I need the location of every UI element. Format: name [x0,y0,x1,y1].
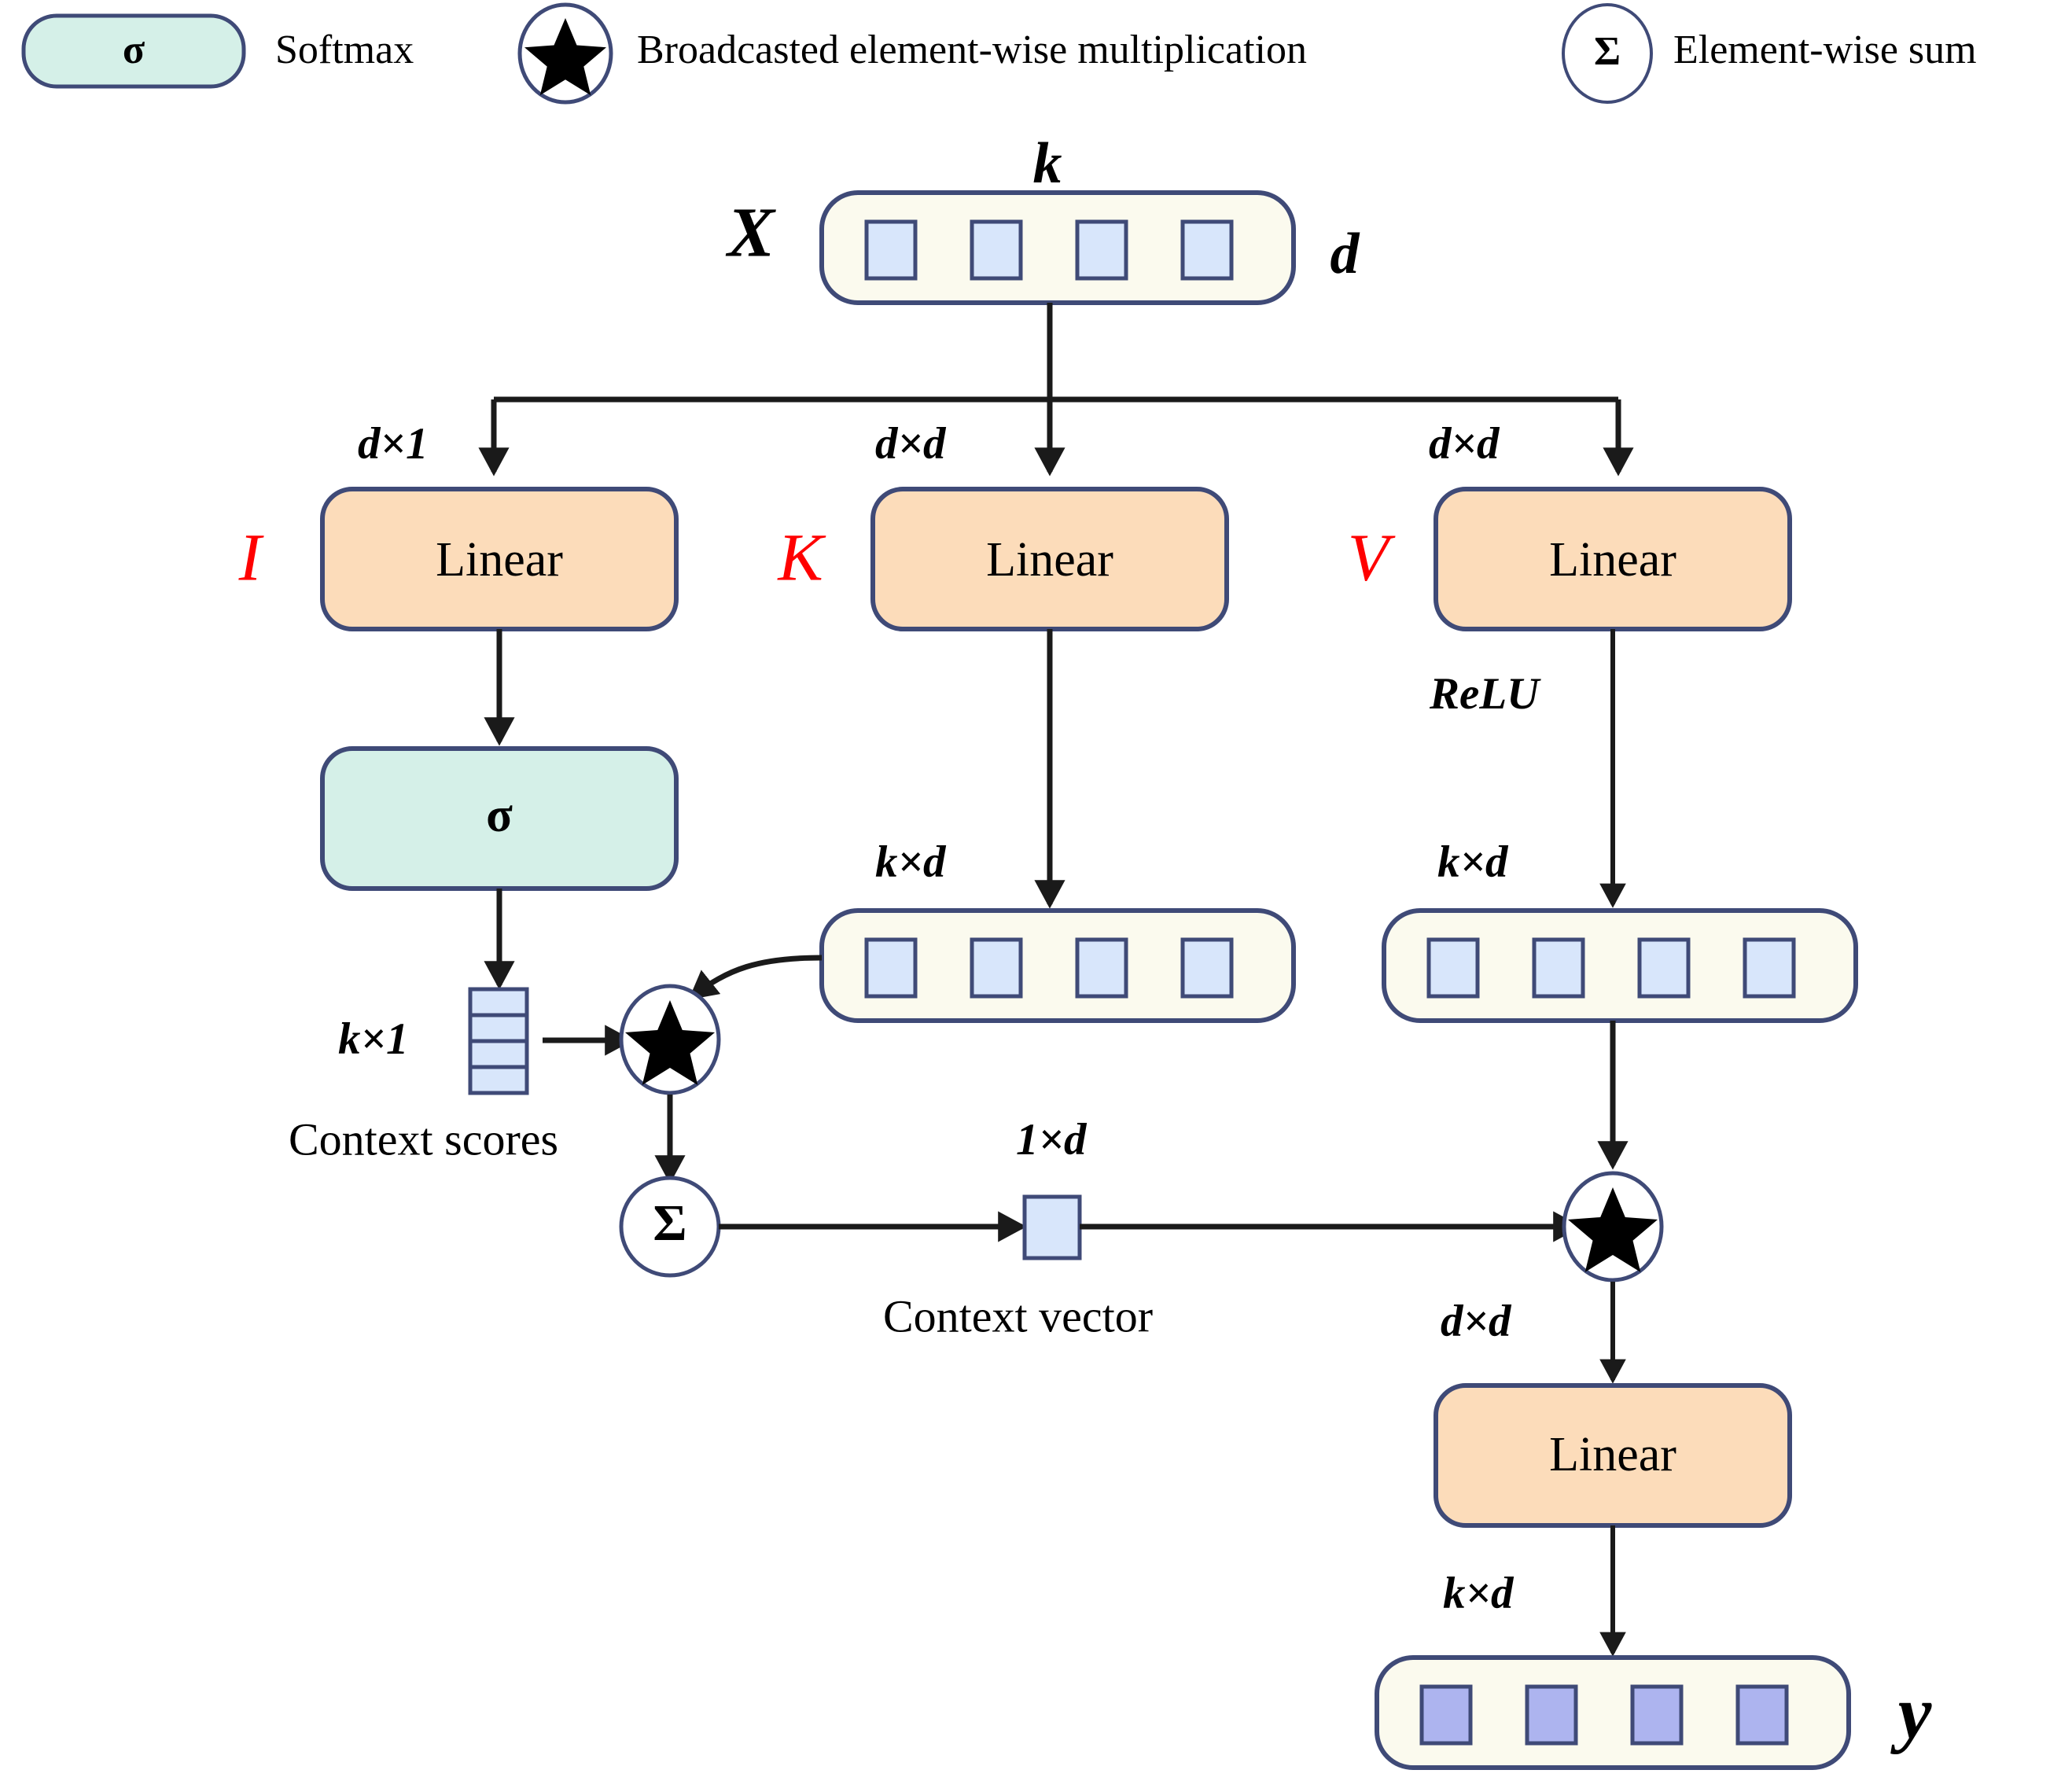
v-output-dim-label: k×d [1437,837,1509,887]
branch-v-name-label: V [1348,520,1396,595]
input-cell [970,219,1023,281]
sum-node: Σ [619,1176,721,1278]
input-cell [1075,219,1128,281]
relu-label: ReLU [1429,669,1541,719]
k-output-dim-label: k×d [875,837,947,887]
context-vector-caption: Context vector [883,1290,1153,1341]
branch-k-name-label: K [776,520,826,595]
input-block-x: k X d [725,131,1360,305]
output-cell [1525,1684,1578,1746]
context-scores-cell [468,1039,529,1069]
context-scores-dim-label: k×1 [338,1014,408,1064]
branch-k: d×d K Linear k×d [688,419,1296,1023]
branch-k-dim-label: d×d [875,419,947,469]
branch-i-name-label: I [238,520,264,595]
output-cell [1419,1684,1473,1746]
branch-i-dim-label: d×1 [358,419,428,469]
attention-architecture-diagram: σ Softmax Broadcasted element-wise multi… [21,2,1977,1770]
sum-glyph: Σ [653,1194,686,1252]
legend-label-multiplication: Broadcasted element-wise multiplication [637,28,1307,72]
context-scores-cell [468,1013,529,1043]
context-vector-dim-label: 1×d [1016,1115,1088,1165]
output-cell [1630,1684,1684,1746]
branch-i: d×1 I Linear σ [238,419,679,990]
k-output-cell [970,937,1023,999]
branch-v-dim-label: d×d [1429,419,1500,469]
multiply-node-2: d×d [1441,1171,1664,1384]
v-output-cell [1743,937,1796,999]
k-output-cell [1075,937,1128,999]
legend-item-multiplication: Broadcasted element-wise multiplication [517,2,1307,105]
output-cell [1735,1684,1789,1746]
context-scores-cell [468,1065,529,1095]
final-linear-dim-label: d×d [1441,1297,1512,1346]
legend-label-softmax: Softmax [275,28,414,72]
legend: σ Softmax Broadcasted element-wise multi… [21,2,1977,105]
legend-item-sum: Σ Element-wise sum [1562,3,1977,104]
output-dim-label: k×d [1443,1569,1514,1618]
input-cell [1180,219,1234,281]
softmax-box-glyph: σ [486,789,513,842]
multiply-node-1 [619,984,721,1184]
output-block-y: y [1375,1655,1932,1770]
linear-box-v-label: Linear [1549,533,1676,587]
linear-box-i-label: Linear [436,533,563,587]
input-side-dim-label: d [1330,222,1360,286]
legend-item-softmax: σ Softmax [21,13,414,89]
diagram-canvas: σ Softmax Broadcasted element-wise multi… [0,0,2050,1792]
softmax-glyph: σ [123,28,145,72]
v-output-cell [1532,937,1585,999]
context-scores-caption: Context scores [289,1113,558,1165]
input-cell [864,219,918,281]
input-var-label: X [725,194,776,272]
context-vector-cell [1022,1194,1082,1260]
legend-label-sum: Element-wise sum [1673,28,1977,72]
branch-v: d×d V Linear ReLU k×d [1348,419,1858,1170]
k-output-cell [1180,937,1234,999]
v-output-cell [1637,937,1691,999]
linear-box-k-label: Linear [986,533,1113,587]
v-output-cell [1426,937,1480,999]
input-top-dim-label: k [1033,131,1062,196]
context-scores-block: k×1 Context scores [289,987,634,1165]
final-linear-block: Linear k×d [1434,1383,1792,1657]
output-var-label: y [1890,1670,1932,1754]
k-output-cell [864,937,918,999]
context-scores-cell [468,987,529,1017]
linear-box-final-label: Linear [1549,1428,1676,1481]
legend-sum-glyph: Σ [1594,29,1621,74]
